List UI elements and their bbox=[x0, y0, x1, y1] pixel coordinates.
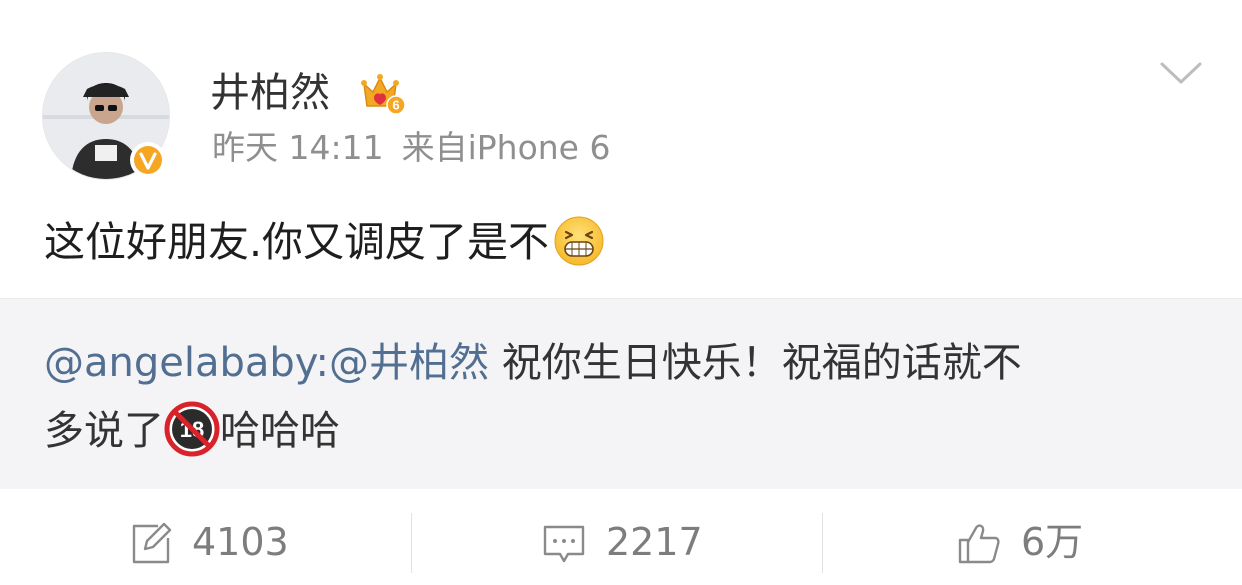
author-name[interactable]: 井柏然 bbox=[210, 68, 330, 118]
mention-angelababy[interactable]: @angelababy: bbox=[44, 340, 329, 386]
post-time: 昨天 14:11 bbox=[212, 128, 384, 167]
repost-text: @angelababy:@井柏然 祝你生日快乐！祝福的话就不 多说了 18 哈哈… bbox=[44, 329, 1194, 465]
thumbs-up-icon bbox=[957, 522, 1001, 566]
like-button[interactable]: 6万 bbox=[823, 489, 1235, 585]
post-header: 井柏然 6 昨天 14:11 来自iPhone 6 bbox=[0, 0, 1242, 190]
no-under-18-emoji-icon: 18 bbox=[164, 401, 220, 457]
author-avatar[interactable] bbox=[42, 52, 170, 180]
edit-icon bbox=[128, 522, 172, 566]
mention-author[interactable]: @井柏然 bbox=[329, 340, 489, 386]
like-count: 6万 bbox=[1021, 520, 1084, 564]
comment-icon bbox=[542, 522, 586, 566]
chevron-down-icon[interactable] bbox=[1158, 58, 1204, 88]
action-bar: 4103 2217 6万 bbox=[0, 489, 1242, 585]
repost-text-line1: 祝你生日快乐！祝福的话就不 bbox=[489, 340, 1022, 386]
comment-count: 2217 bbox=[606, 520, 703, 564]
post-text: 这位好朋友.你又调皮了是不 bbox=[44, 218, 550, 266]
weibo-post: 井柏然 6 昨天 14:11 来自iPhone 6 这位好朋友.你又调皮了是不 bbox=[0, 0, 1242, 585]
crown-badge-icon[interactable]: 6 bbox=[360, 72, 406, 116]
repost-button[interactable]: 4103 bbox=[0, 489, 412, 585]
repost-card[interactable]: @angelababy:@井柏然 祝你生日快乐！祝福的话就不 多说了 18 哈哈… bbox=[0, 298, 1242, 490]
post-source[interactable]: 来自iPhone 6 bbox=[402, 128, 611, 167]
repost-text-line2a: 多说了 bbox=[44, 408, 164, 454]
post-content: 这位好朋友.你又调皮了是不 bbox=[44, 214, 605, 270]
member-level-text: 6 bbox=[392, 98, 399, 113]
post-meta: 昨天 14:11 来自iPhone 6 bbox=[212, 126, 610, 170]
repost-text-line2b: 哈哈哈 bbox=[220, 408, 340, 454]
comment-button[interactable]: 2217 bbox=[412, 489, 824, 585]
verified-icon bbox=[130, 142, 166, 178]
repost-count: 4103 bbox=[192, 520, 289, 564]
grinning-face-emoji-icon bbox=[553, 215, 605, 267]
